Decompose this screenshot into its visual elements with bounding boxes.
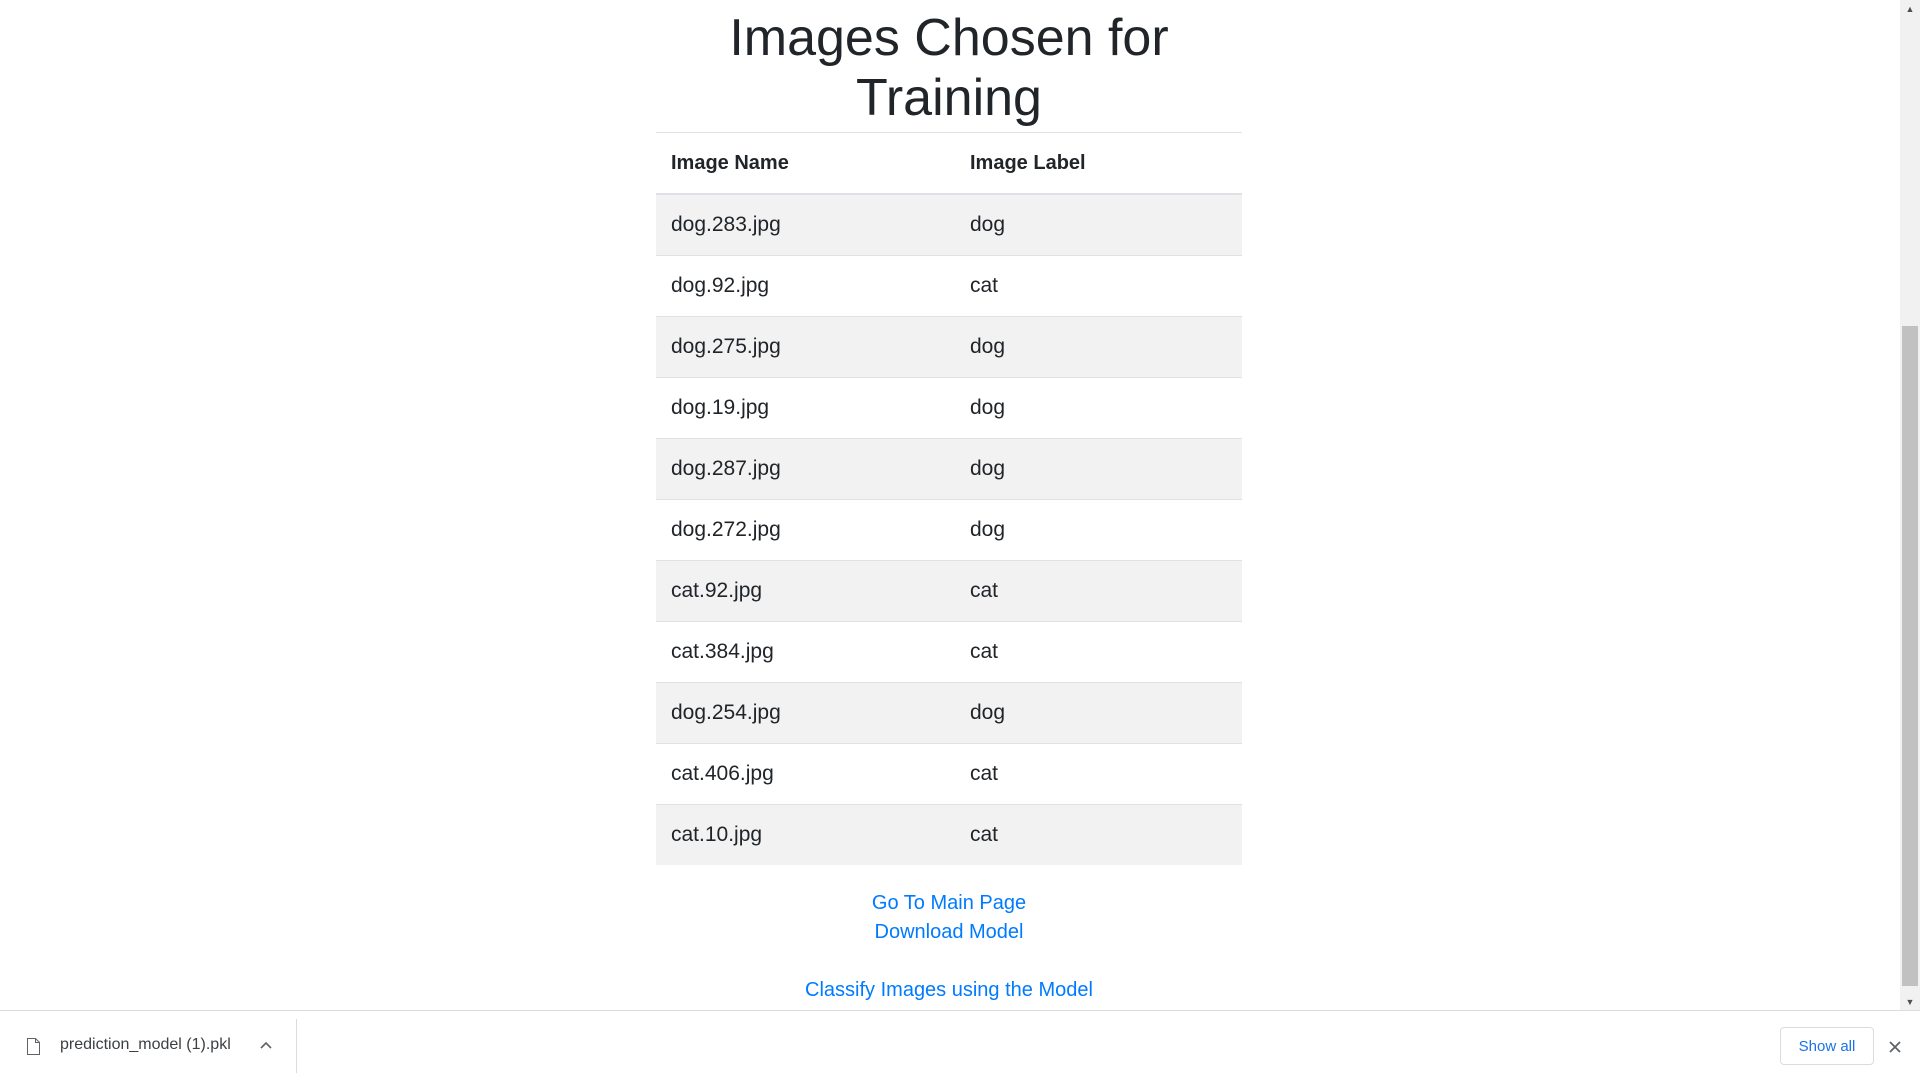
main-content: Iteration number Images Chosen for Train… <box>656 0 1242 1005</box>
image-name-cell: cat.384.jpg <box>656 621 955 683</box>
table-row: cat.384.jpg cat <box>656 621 1242 683</box>
column-header-image-name: Image Name <box>656 132 955 195</box>
image-label-cell: dog <box>955 377 1242 439</box>
table-row: dog.92.jpg cat <box>656 255 1242 317</box>
table-row: cat.10.jpg cat <box>656 804 1242 865</box>
close-icon[interactable] <box>1884 1036 1906 1058</box>
scroll-up-arrow-icon[interactable]: ▲ <box>1900 0 1920 17</box>
image-label-cell: cat <box>955 560 1242 622</box>
scroll-down-arrow-icon[interactable]: ▼ <box>1900 993 1920 1010</box>
image-label-cell: dog <box>955 499 1242 561</box>
image-name-cell: dog.254.jpg <box>656 682 955 744</box>
image-label-cell: cat <box>955 743 1242 805</box>
download-item[interactable]: prediction_model (1).pkl <box>0 1019 297 1073</box>
image-name-cell: dog.275.jpg <box>656 316 955 378</box>
image-name-cell: dog.92.jpg <box>656 255 955 317</box>
table-header-row: Image Name Image Label <box>656 132 1242 195</box>
page-viewport: Iteration number Images Chosen for Train… <box>0 0 1900 1010</box>
image-name-cell: dog.19.jpg <box>656 377 955 439</box>
go-to-main-page-link[interactable]: Go To Main Page <box>656 889 1242 918</box>
classify-images-link[interactable]: Classify Images using the Model <box>656 976 1242 1005</box>
image-name-cell: cat.406.jpg <box>656 743 955 805</box>
image-name-cell: cat.10.jpg <box>656 804 955 865</box>
table-row: dog.272.jpg dog <box>656 499 1242 561</box>
training-images-table: Image Name Image Label dog.283.jpg dog d… <box>656 132 1242 865</box>
download-shelf: prediction_model (1).pkl Show all <box>0 1010 1920 1080</box>
image-label-cell: cat <box>955 621 1242 683</box>
image-label-cell: dog <box>955 193 1242 256</box>
file-icon <box>27 1038 40 1055</box>
image-name-cell: dog.272.jpg <box>656 499 955 561</box>
column-header-image-label: Image Label <box>955 132 1242 195</box>
table-row: cat.92.jpg cat <box>656 560 1242 622</box>
table-row: dog.287.jpg dog <box>656 438 1242 500</box>
download-file-name: prediction_model (1).pkl <box>60 1036 231 1053</box>
image-label-cell: dog <box>955 682 1242 744</box>
table-row: dog.283.jpg dog <box>656 193 1242 256</box>
table-row: cat.406.jpg cat <box>656 743 1242 805</box>
image-name-cell: cat.92.jpg <box>656 560 955 622</box>
image-name-cell: dog.283.jpg <box>656 193 955 256</box>
image-label-cell: dog <box>955 316 1242 378</box>
download-model-link[interactable]: Download Model <box>656 918 1242 947</box>
image-label-cell: dog <box>955 438 1242 500</box>
table-row: dog.275.jpg dog <box>656 316 1242 378</box>
page-title: Images Chosen for Training <box>729 9 1169 127</box>
scrollbar-thumb[interactable] <box>1902 326 1918 986</box>
iteration-caption: Iteration number <box>720 0 1242 8</box>
chevron-up-icon[interactable] <box>255 1034 277 1056</box>
vertical-scrollbar[interactable]: ▲ ▼ <box>1900 0 1920 1010</box>
show-all-button[interactable]: Show all <box>1780 1027 1874 1065</box>
image-label-cell: cat <box>955 804 1242 865</box>
table-row: dog.19.jpg dog <box>656 377 1242 439</box>
table-row: dog.254.jpg dog <box>656 682 1242 744</box>
image-name-cell: dog.287.jpg <box>656 438 955 500</box>
image-label-cell: cat <box>955 255 1242 317</box>
page-links: Go To Main Page Download Model Classify … <box>656 889 1242 1005</box>
